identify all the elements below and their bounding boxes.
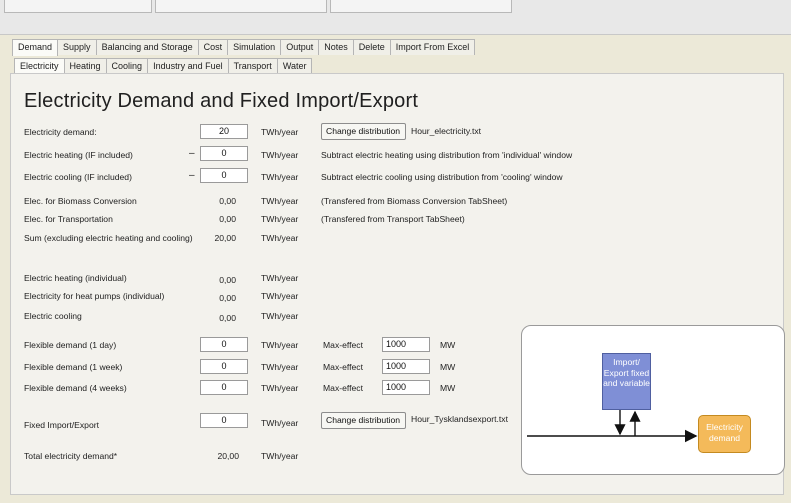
heat-pumps-value: 0,00 bbox=[219, 293, 236, 303]
electricity-distribution-file: Hour_electricity.txt bbox=[411, 126, 482, 136]
top-field-2[interactable] bbox=[155, 0, 327, 13]
import-distribution-file: Hour_Tysklandsexport.txt bbox=[411, 414, 508, 424]
flex-1day-max-unit: MW bbox=[440, 340, 456, 350]
biomass-value: 0,00 bbox=[219, 196, 236, 206]
flex-1week-max-input[interactable]: 1000 bbox=[382, 359, 430, 374]
flex-4weeks-max-label: Max-effect bbox=[323, 383, 363, 393]
change-distribution-button[interactable]: Change distribution bbox=[321, 123, 406, 140]
flex-1day-unit: TWh/year bbox=[261, 340, 299, 350]
fixed-import-label: Fixed Import/Export bbox=[24, 420, 99, 430]
electric-heating-input[interactable]: 0 bbox=[200, 146, 248, 161]
electric-heating-note: Subtract electric heating using distribu… bbox=[321, 150, 573, 160]
transport-value: 0,00 bbox=[219, 214, 236, 224]
flow-diagram: Import/ Export fixed and variable Electr… bbox=[521, 325, 785, 475]
fixed-import-input[interactable]: 0 bbox=[200, 413, 248, 428]
tab-notes[interactable]: Notes bbox=[318, 39, 354, 55]
cooling-label: Electric cooling bbox=[24, 311, 82, 321]
electricity-demand-input[interactable]: 20 bbox=[200, 124, 248, 139]
flex-1day-max-label: Max-effect bbox=[323, 340, 363, 350]
transport-note: (Transfered from Transport TabSheet) bbox=[321, 214, 465, 224]
window-top-strip bbox=[0, 0, 791, 35]
tab-supply[interactable]: Supply bbox=[57, 39, 97, 55]
tab-balancing-and-storage[interactable]: Balancing and Storage bbox=[95, 39, 199, 55]
total-label: Total electricity demand* bbox=[24, 451, 118, 461]
electricity-demand-box: Electricity demand bbox=[698, 415, 751, 453]
electric-heating-label: Electric heating (IF included) bbox=[24, 150, 133, 160]
change-distribution-import-button[interactable]: Change distribution bbox=[321, 412, 406, 429]
heating-individual-value: 0,00 bbox=[219, 275, 236, 285]
heating-individual-unit: TWh/year bbox=[261, 273, 299, 283]
electricity-demand-label: Electricity demand: bbox=[24, 127, 97, 137]
tab-delete[interactable]: Delete bbox=[352, 39, 391, 55]
electric-cooling-label: Electric cooling (IF included) bbox=[24, 172, 132, 182]
electric-cooling-input[interactable]: 0 bbox=[200, 168, 248, 183]
main-tab-bar: Demand Supply Balancing and Storage Cost… bbox=[12, 38, 476, 56]
biomass-label: Elec. for Biomass Conversion bbox=[24, 196, 137, 206]
cooling-value: 0,00 bbox=[219, 313, 236, 323]
total-unit: TWh/year bbox=[261, 451, 299, 461]
flex-1day-input[interactable]: 0 bbox=[200, 337, 248, 352]
flex-1day-max-input[interactable]: 1000 bbox=[382, 337, 430, 352]
top-field-3[interactable] bbox=[330, 0, 512, 13]
heating-individual-label: Electric heating (individual) bbox=[24, 273, 127, 283]
flex-1week-max-label: Max-effect bbox=[323, 362, 363, 372]
subtab-industry-and-fuel[interactable]: Industry and Fuel bbox=[147, 58, 229, 74]
tab-import-from-excel[interactable]: Import From Excel bbox=[389, 39, 476, 55]
heat-pumps-unit: TWh/year bbox=[261, 291, 299, 301]
page-title: Electricity Demand and Fixed Import/Expo… bbox=[24, 90, 419, 112]
flex-1week-unit: TWh/year bbox=[261, 362, 299, 372]
sub-tab-bar: Electricity Heating Cooling Industry and… bbox=[14, 57, 313, 75]
minus-sign: – bbox=[189, 148, 195, 159]
subtab-water[interactable]: Water bbox=[276, 58, 313, 74]
sum-unit: TWh/year bbox=[261, 233, 299, 243]
electricity-demand-unit: TWh/year bbox=[261, 127, 299, 137]
electric-heating-unit: TWh/year bbox=[261, 150, 299, 160]
electric-cooling-unit: TWh/year bbox=[261, 172, 299, 182]
flex-1week-max-unit: MW bbox=[440, 362, 456, 372]
cooling-unit: TWh/year bbox=[261, 311, 299, 321]
electric-cooling-note: Subtract electric cooling using distribu… bbox=[321, 172, 563, 182]
sum-label: Sum (excluding electric heating and cool… bbox=[24, 233, 193, 243]
fixed-import-unit: TWh/year bbox=[261, 418, 299, 428]
subtab-cooling[interactable]: Cooling bbox=[105, 58, 149, 74]
transport-label: Elec. for Transportation bbox=[24, 214, 113, 224]
tab-cost[interactable]: Cost bbox=[197, 39, 229, 55]
tab-simulation[interactable]: Simulation bbox=[227, 39, 282, 55]
biomass-note: (Transfered from Biomass Conversion TabS… bbox=[321, 196, 508, 206]
subtab-heating[interactable]: Heating bbox=[63, 58, 107, 74]
flex-1week-label: Flexible demand (1 week) bbox=[24, 362, 123, 372]
flex-4weeks-max-input[interactable]: 1000 bbox=[382, 380, 430, 395]
flex-1week-input[interactable]: 0 bbox=[200, 359, 248, 374]
subtab-transport[interactable]: Transport bbox=[227, 58, 278, 74]
flex-4weeks-label: Flexible demand (4 weeks) bbox=[24, 383, 127, 393]
transport-unit: TWh/year bbox=[261, 214, 299, 224]
top-field-1[interactable] bbox=[4, 0, 152, 13]
flex-1day-label: Flexible demand (1 day) bbox=[24, 340, 117, 350]
flex-4weeks-unit: TWh/year bbox=[261, 383, 299, 393]
sum-value: 20,00 bbox=[214, 233, 236, 243]
total-value: 20,00 bbox=[217, 451, 239, 461]
heat-pumps-label: Electricity for heat pumps (individual) bbox=[24, 291, 165, 301]
flex-4weeks-input[interactable]: 0 bbox=[200, 380, 248, 395]
flex-4weeks-max-unit: MW bbox=[440, 383, 456, 393]
tab-output[interactable]: Output bbox=[280, 39, 320, 55]
minus-sign: – bbox=[189, 170, 195, 181]
tab-demand[interactable]: Demand bbox=[12, 39, 59, 56]
import-export-box: Import/ Export fixed and variable bbox=[602, 353, 651, 410]
biomass-unit: TWh/year bbox=[261, 196, 299, 206]
